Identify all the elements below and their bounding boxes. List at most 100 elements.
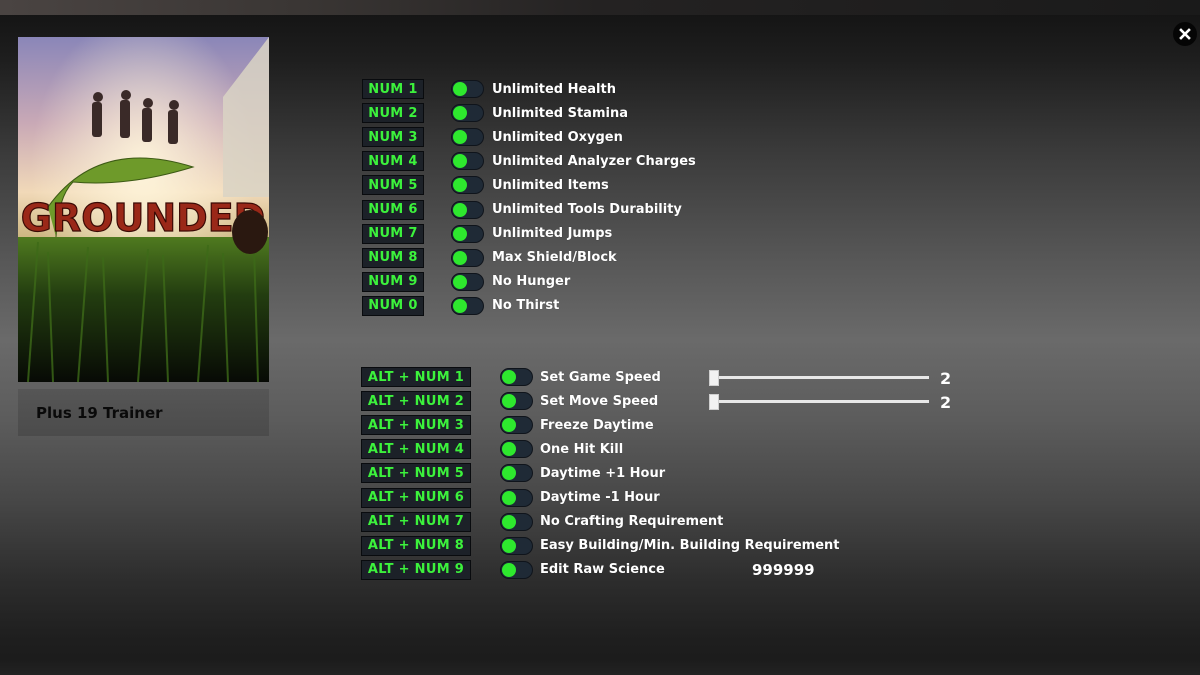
toggle-knob: [502, 418, 516, 433]
cheat-toggle[interactable]: [500, 440, 533, 459]
hotkey-badge: ALT + NUM 2: [361, 391, 471, 412]
cheat-toggle[interactable]: [451, 80, 484, 98]
trainer-info-panel: Plus 19 Trainer: [18, 389, 269, 436]
cheat-row: ALT + NUM 2 Set Move Speed: [361, 390, 658, 412]
hotkey-badge: NUM 4: [362, 151, 424, 172]
toggle-knob: [453, 130, 467, 145]
toggle-knob: [502, 538, 516, 553]
cheat-label: No Hunger: [492, 274, 571, 290]
cheat-label: One Hit Kill: [540, 441, 624, 457]
cheat-row: NUM 5 Unlimited Items: [362, 174, 609, 196]
cheat-toggle[interactable]: [451, 128, 484, 147]
cheat-row: ALT + NUM 9 Edit Raw Science: [361, 559, 665, 581]
cheat-label: Unlimited Analyzer Charges: [492, 153, 696, 169]
cheat-label: Unlimited Tools Durability: [492, 202, 682, 217]
cheat-row: NUM 8 Max Shield/Block: [362, 247, 617, 269]
hotkey-badge: NUM 6: [362, 199, 424, 220]
toggle-knob: [502, 514, 516, 529]
cheat-toggle[interactable]: [500, 536, 533, 555]
hotkey-badge: ALT + NUM 9: [361, 559, 471, 580]
cheat-toggle[interactable]: [500, 368, 533, 386]
cheat-row: NUM 4 Unlimited Analyzer Charges: [362, 150, 696, 172]
value-slider[interactable]: [709, 370, 929, 386]
cheat-toggle[interactable]: [500, 512, 533, 531]
cheat-toggle[interactable]: [451, 200, 484, 219]
cheat-label: Unlimited Oxygen: [492, 129, 623, 145]
cheat-row: NUM 2 Unlimited Stamina: [362, 102, 628, 124]
toggle-knob: [453, 178, 467, 193]
cheat-row: ALT + NUM 5 Daytime +1 Hour: [361, 462, 665, 484]
cheat-toggle[interactable]: [500, 464, 533, 483]
cheat-toggle[interactable]: [451, 104, 484, 123]
cheat-row: ALT + NUM 4 One Hit Kill: [361, 438, 623, 460]
cheat-row: NUM 9 No Hunger: [362, 271, 570, 293]
slider-thumb[interactable]: [709, 370, 719, 386]
cheat-toggle[interactable]: [500, 392, 533, 411]
value-slider[interactable]: [709, 394, 929, 411]
toggle-knob: [502, 490, 516, 505]
cheat-toggle[interactable]: [451, 248, 484, 267]
toggle-knob: [453, 154, 467, 169]
cheat-row: ALT + NUM 3 Freeze Daytime: [361, 414, 654, 436]
hotkey-badge: ALT + NUM 8: [361, 535, 471, 556]
cheat-label: Daytime -1 Hour: [540, 490, 660, 505]
toggle-knob: [502, 562, 516, 577]
hotkey-badge: NUM 5: [362, 175, 424, 196]
cheat-label: Easy Building/Min. Building Requirement: [540, 538, 840, 554]
cheat-label: Unlimited Items: [492, 177, 609, 193]
game-logo: GROUNDED: [21, 196, 265, 240]
cheat-label: Max Shield/Block: [492, 250, 617, 266]
cheat-toggle[interactable]: [500, 560, 533, 579]
slider-thumb[interactable]: [709, 394, 719, 411]
value-input[interactable]: 999999: [752, 561, 815, 579]
cheat-label: Edit Raw Science: [540, 562, 665, 578]
cheat-row: ALT + NUM 6 Daytime -1 Hour: [361, 487, 660, 509]
cheat-row: ALT + NUM 7 No Crafting Requirement: [361, 511, 723, 533]
hotkey-badge: NUM 3: [362, 127, 424, 148]
cheat-label: Unlimited Health: [492, 81, 616, 97]
slider-track: [713, 376, 929, 379]
cheat-toggle[interactable]: [451, 224, 484, 243]
cheat-row: NUM 3 Unlimited Oxygen: [362, 126, 623, 148]
hotkey-badge: ALT + NUM 3: [361, 415, 471, 436]
cheat-row: NUM 6 Unlimited Tools Durability: [362, 199, 682, 221]
hotkey-badge: NUM 9: [362, 271, 424, 292]
toggle-knob: [502, 466, 516, 481]
hotkey-badge: ALT + NUM 4: [361, 439, 471, 460]
hotkey-badge: ALT + NUM 6: [361, 487, 471, 508]
cheat-label: Unlimited Jumps: [492, 226, 613, 242]
cheat-row: NUM 7 Unlimited Jumps: [362, 223, 612, 245]
toggle-knob: [453, 226, 467, 241]
cheat-row: ALT + NUM 1 Set Game Speed: [361, 366, 661, 388]
cheat-row: ALT + NUM 8 Easy Building/Min. Building R…: [361, 535, 839, 557]
toggle-knob: [453, 106, 467, 121]
slider-track: [713, 400, 929, 404]
toggle-knob: [453, 274, 467, 289]
toggle-knob: [502, 370, 516, 384]
cheat-label: Set Game Speed: [540, 369, 661, 385]
cheat-label: No Crafting Requirement: [540, 514, 724, 530]
cheat-label: Daytime +1 Hour: [540, 465, 666, 481]
cheat-row: NUM 0 No Thirst: [362, 295, 559, 317]
close-button[interactable]: [1173, 22, 1197, 46]
cheat-toggle[interactable]: [451, 272, 484, 291]
title-bar[interactable]: [0, 0, 1200, 15]
toggle-knob: [453, 202, 467, 217]
cheat-toggle[interactable]: [451, 296, 484, 315]
cheat-toggle[interactable]: [500, 416, 533, 435]
game-cover-art: GROUNDED: [18, 37, 269, 382]
cheat-toggle[interactable]: [451, 152, 484, 171]
hotkey-badge: NUM 2: [362, 103, 424, 124]
cheat-toggle[interactable]: [500, 488, 533, 507]
close-icon: [1179, 28, 1191, 40]
cheat-label: Unlimited Stamina: [492, 105, 628, 121]
hotkey-badge: NUM 0: [362, 295, 424, 316]
slider-value: 2: [940, 369, 952, 388]
cheat-toggle[interactable]: [451, 176, 484, 195]
hotkey-badge: ALT + NUM 1: [361, 367, 471, 387]
hotkey-badge: NUM 1: [362, 79, 424, 99]
cheat-label: No Thirst: [492, 298, 560, 314]
toggle-knob: [502, 394, 516, 409]
hotkey-badge: ALT + NUM 5: [361, 463, 471, 484]
cheat-label: Freeze Daytime: [540, 417, 654, 433]
